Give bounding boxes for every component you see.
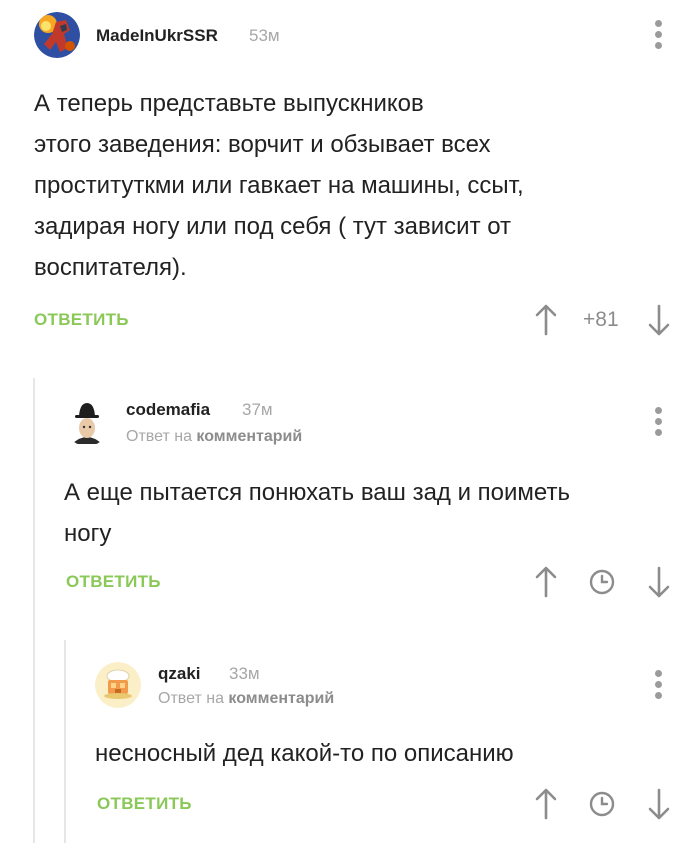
avatar[interactable]	[95, 662, 141, 708]
reply-to-label: Ответ на комментарий	[126, 428, 302, 446]
thread-line-level-2	[64, 640, 66, 843]
comment-text: А еще пытается понюхать ваш зад и поимет…	[64, 479, 570, 547]
reply-to-link[interactable]: комментарий	[196, 428, 302, 445]
more-vertical-icon[interactable]	[654, 20, 664, 50]
arrow-down-icon[interactable]	[647, 566, 671, 598]
clock-icon	[589, 791, 615, 817]
comment-time: 53м	[249, 26, 280, 45]
author-name[interactable]: MadeInUkrSSR	[96, 26, 218, 46]
more-vertical-icon[interactable]	[654, 407, 664, 437]
arrow-up-icon[interactable]	[534, 304, 558, 336]
arrow-up-icon[interactable]	[534, 788, 558, 820]
comment-text: А теперь представьте выпускников этого з…	[34, 90, 524, 281]
arrow-up-icon[interactable]	[534, 566, 558, 598]
rating-value: +81	[583, 308, 619, 331]
comment-text: несносный дед какой-то по описанию	[95, 740, 514, 767]
reply-to-link[interactable]: комментарий	[228, 690, 334, 707]
author-name[interactable]: codemafia	[126, 400, 210, 420]
arrow-down-icon[interactable]	[647, 788, 671, 820]
reply-button[interactable]: ОТВЕТИТЬ	[97, 794, 192, 814]
reply-button[interactable]: ОТВЕТИТЬ	[66, 572, 161, 592]
reply-to-label: Ответ на комментарий	[158, 690, 334, 708]
more-vertical-icon[interactable]	[654, 670, 664, 700]
reply-to-prefix: Ответ на	[158, 690, 224, 707]
clock-icon	[589, 569, 615, 595]
author-name[interactable]: qzaki	[158, 664, 201, 684]
avatar[interactable]	[34, 12, 80, 58]
reply-button[interactable]: ОТВЕТИТЬ	[34, 310, 129, 330]
arrow-down-icon[interactable]	[647, 304, 671, 336]
thread-line-level-1	[33, 378, 35, 843]
avatar[interactable]	[64, 400, 110, 446]
comment-time: 37м	[242, 400, 273, 419]
comment-time: 33м	[229, 664, 260, 683]
reply-to-prefix: Ответ на	[126, 428, 192, 445]
